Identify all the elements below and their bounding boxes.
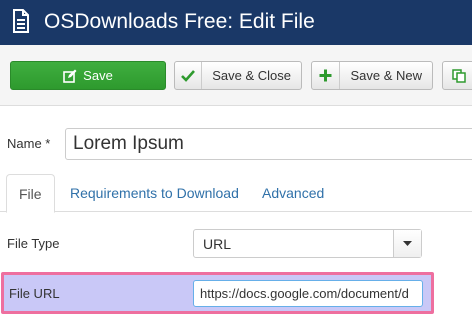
page-title: OSDownloads Free: Edit File xyxy=(44,10,315,33)
file-icon xyxy=(13,9,29,33)
save-close-button[interactable]: Save & Close xyxy=(174,61,302,90)
check-icon xyxy=(175,62,203,89)
save-close-label: Save & Close xyxy=(212,68,291,83)
save-button-label: Save xyxy=(83,68,113,83)
tab-file[interactable]: File xyxy=(6,174,55,213)
name-label: Name * xyxy=(7,136,51,151)
chevron-down-icon xyxy=(393,230,421,257)
file-url-field[interactable] xyxy=(193,280,423,307)
save-new-label: Save & New xyxy=(350,68,422,83)
file-type-value: URL xyxy=(203,235,232,252)
tab-advanced[interactable]: Advanced xyxy=(250,174,336,212)
file-type-label: File Type xyxy=(7,236,60,251)
edit-icon xyxy=(63,69,77,83)
tab-requirements[interactable]: Requirements to Download xyxy=(58,174,251,212)
save-button[interactable]: Save xyxy=(10,61,166,90)
plus-icon xyxy=(312,62,341,89)
header-bar: OSDownloads Free: Edit File xyxy=(0,0,472,45)
file-url-row: File URL xyxy=(1,272,434,314)
tab-bar: File Requirements to Download Advanced xyxy=(0,174,472,213)
file-url-label: File URL xyxy=(9,286,60,301)
file-type-select[interactable]: URL xyxy=(193,229,422,258)
save-new-button[interactable]: Save & New xyxy=(311,61,433,90)
save-copy-button[interactable] xyxy=(442,61,472,90)
copy-icon xyxy=(443,62,472,89)
name-field[interactable] xyxy=(65,128,472,160)
toolbar: Save Save & Close Save & New xyxy=(0,45,472,106)
